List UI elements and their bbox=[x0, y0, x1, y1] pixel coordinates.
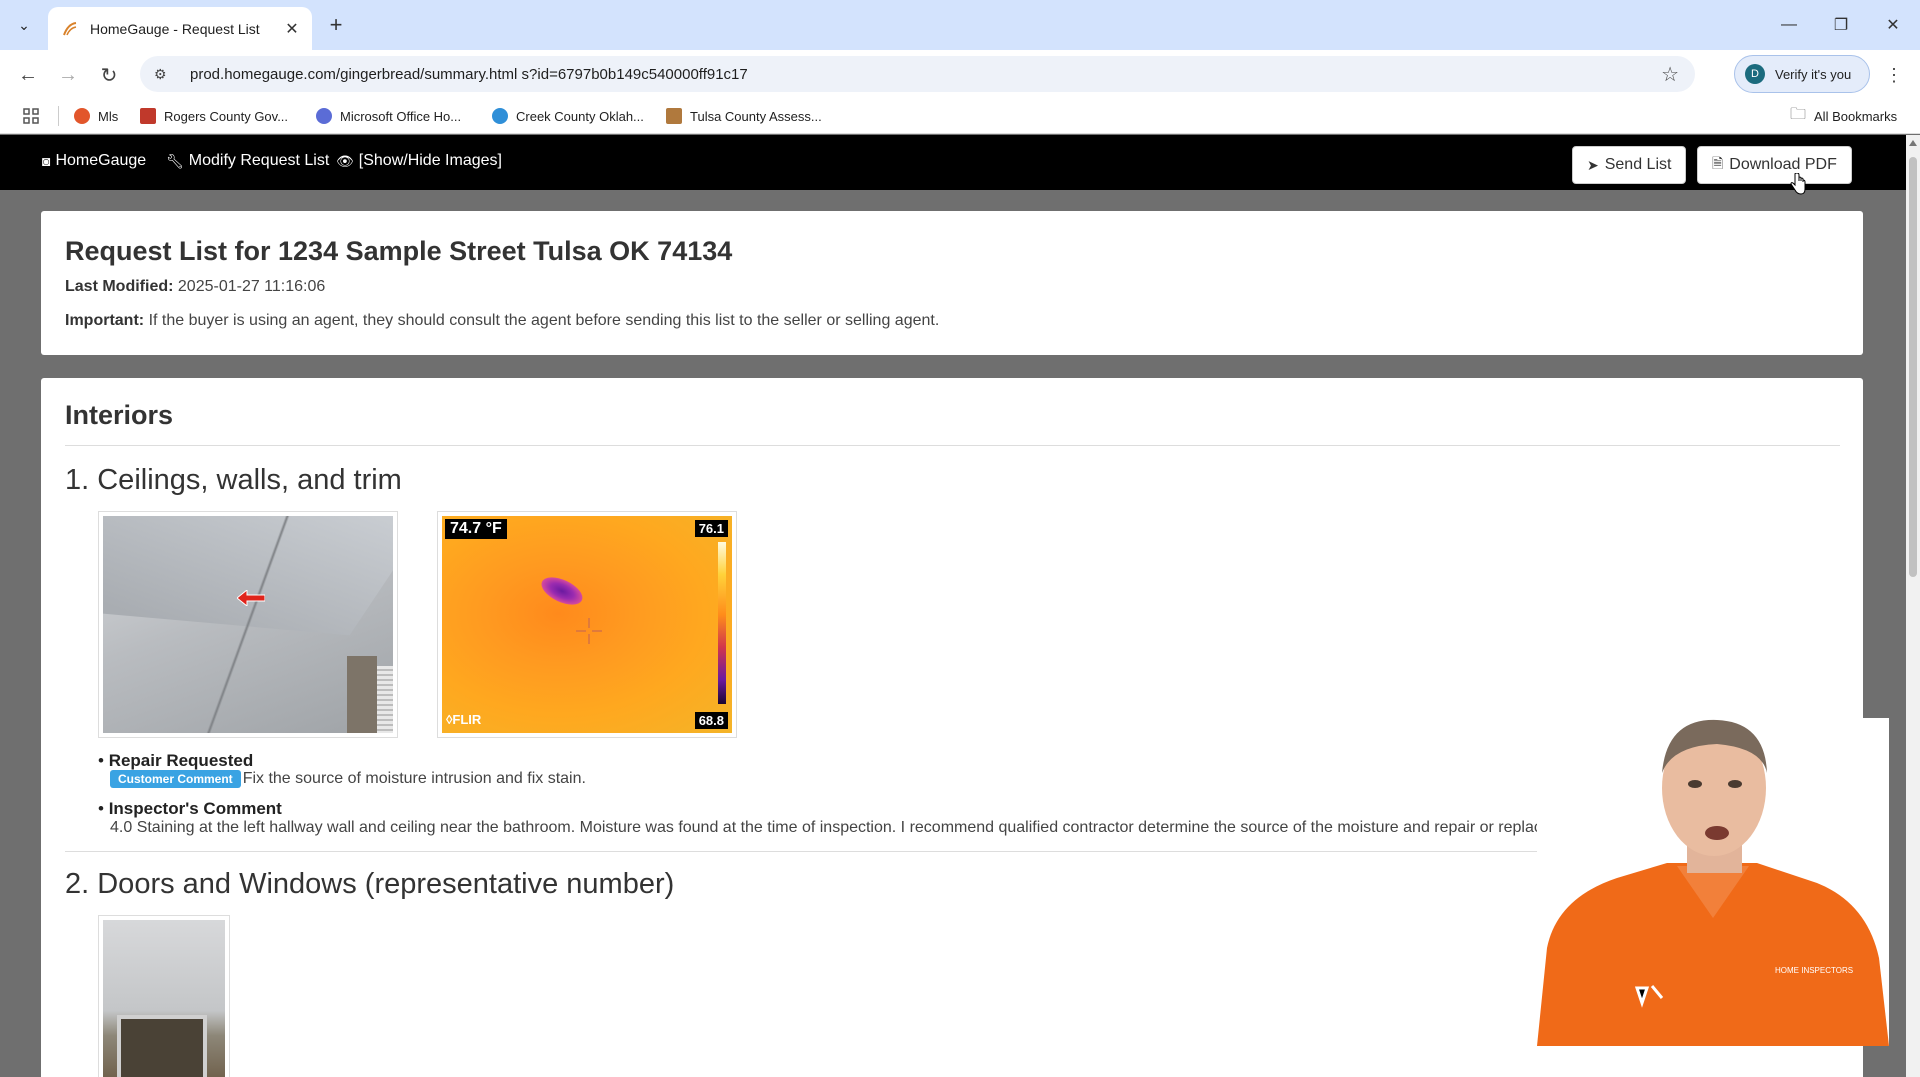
site-info-icon[interactable]: ⚙ bbox=[154, 66, 174, 83]
summary-card: Request List for 1234 Sample Street Tuls… bbox=[41, 211, 1863, 355]
apps-grid-icon[interactable] bbox=[22, 104, 40, 128]
tab-search-chevron-icon[interactable]: ⌄ bbox=[10, 12, 38, 38]
download-pdf-label: Download PDF bbox=[1729, 156, 1837, 173]
bookmark-rogers-county[interactable]: Rogers County Gov... bbox=[140, 104, 288, 128]
page-viewport: ◙ HomeGauge 🔧︎ Modify Request List 👁︎ [S… bbox=[0, 135, 1906, 1077]
ir-color-scale bbox=[718, 542, 726, 704]
bookmarks-divider bbox=[58, 106, 59, 126]
hand-cursor-icon bbox=[1790, 173, 1806, 195]
creek-county-favicon-icon bbox=[492, 108, 508, 124]
inspector-comment-label: • Inspector's Comment bbox=[98, 799, 282, 818]
all-bookmarks-button[interactable]: 🗀 All Bookmarks bbox=[1790, 104, 1897, 128]
browser-tab-bar: ⌄ HomeGauge - Request List ✕ + — ❐ ✕ bbox=[0, 0, 1920, 50]
send-list-button[interactable]: ➤ Send List bbox=[1572, 146, 1687, 184]
last-modified: Last Modified: 2025-01-27 11:16:06 bbox=[65, 278, 325, 296]
all-bookmarks-label: All Bookmarks bbox=[1814, 108, 1898, 124]
important-text: If the buyer is using an agent, they sho… bbox=[148, 312, 940, 329]
pdf-file-icon: 🗎 bbox=[1712, 155, 1724, 171]
section-title: Interiors bbox=[65, 400, 174, 430]
repair-label-text: Repair Requested bbox=[108, 751, 254, 770]
folder-icon: 🗀 bbox=[1790, 105, 1807, 123]
scroll-up-arrow-icon[interactable] bbox=[1909, 140, 1917, 146]
homegauge-favicon-icon bbox=[63, 21, 77, 35]
new-tab-button[interactable]: + bbox=[322, 12, 350, 38]
download-pdf-button[interactable]: 🗎 Download PDF bbox=[1697, 146, 1852, 184]
microsoft-office-favicon-icon bbox=[316, 108, 332, 124]
paper-plane-icon: ➤ bbox=[1587, 156, 1599, 173]
bookmark-mls[interactable]: Mls bbox=[74, 104, 118, 128]
verify-profile-button[interactable]: D Verify it's you bbox=[1734, 55, 1870, 93]
important-note: Important: If the buyer is using an agen… bbox=[65, 312, 939, 330]
rogers-county-favicon-icon bbox=[140, 108, 156, 124]
ir-spot-temperature: 74.7 °F bbox=[445, 519, 507, 539]
customer-comment-text: Fix the source of moisture intrusion and… bbox=[242, 770, 586, 788]
bookmark-microsoft-office[interactable]: Microsoft Office Ho... bbox=[316, 104, 461, 128]
show-hide-label: [Show/Hide Images] bbox=[358, 152, 502, 169]
bookmark-star-icon[interactable]: ☆ bbox=[1661, 62, 1679, 87]
forward-arrow-icon[interactable]: → bbox=[54, 61, 82, 89]
tab-close-icon[interactable]: ✕ bbox=[282, 19, 302, 39]
section-divider bbox=[65, 445, 1840, 446]
bookmark-label: Mls bbox=[98, 108, 119, 124]
ir-scale-low: 68.8 bbox=[694, 712, 728, 729]
flir-logo: ◊FLIR bbox=[446, 712, 482, 727]
profile-avatar: D bbox=[1745, 64, 1765, 84]
wrench-icon: 🔧︎ bbox=[166, 152, 184, 169]
send-list-label: Send List bbox=[1604, 156, 1672, 173]
bookmark-label: Tulsa County Assess... bbox=[690, 108, 822, 124]
inspector-label-text: Inspector's Comment bbox=[108, 799, 282, 818]
restore-icon[interactable]: ❐ bbox=[1826, 12, 1856, 38]
verify-label: Verify it's you bbox=[1775, 66, 1852, 82]
minimize-icon[interactable]: — bbox=[1774, 12, 1804, 38]
app-navbar: ◙ HomeGauge 🔧︎ Modify Request List 👁︎ [S… bbox=[0, 135, 1906, 195]
customer-comment-badge: Customer Comment bbox=[110, 770, 241, 788]
important-label: Important: bbox=[65, 312, 145, 329]
tab-title: HomeGauge - Request List bbox=[90, 20, 260, 37]
repair-requested-label: • Repair Requested bbox=[98, 751, 254, 770]
crosshair-icon bbox=[576, 618, 602, 644]
back-arrow-icon[interactable]: ← bbox=[14, 61, 42, 89]
bookmark-label: Rogers County Gov... bbox=[164, 108, 289, 124]
red-arrow-icon bbox=[237, 590, 265, 606]
page-scrollbar[interactable] bbox=[1906, 135, 1920, 1077]
inspector-comment-text: 4.0 Staining at the left hallway wall an… bbox=[110, 819, 1573, 836]
page-title: Request List for 1234 Sample Street Tuls… bbox=[65, 236, 733, 266]
window-close-icon[interactable]: ✕ bbox=[1878, 12, 1908, 38]
bookmark-tulsa-county[interactable]: Tulsa County Assess... bbox=[666, 104, 822, 128]
last-modified-label: Last Modified: bbox=[65, 278, 174, 295]
reload-icon[interactable]: ↻ bbox=[95, 61, 123, 89]
wall-stain-photo[interactable] bbox=[98, 511, 398, 738]
browser-toolbar: ← → ↻ ⚙ prod.homegauge.com/gingerbread/s… bbox=[0, 50, 1920, 98]
dashboard-icon: ◙ bbox=[42, 153, 51, 169]
svg-text:HOME INSPECTORS: HOME INSPECTORS bbox=[1775, 966, 1853, 975]
tulsa-county-favicon-icon bbox=[666, 108, 682, 124]
bookmarks-bar: Mls Rogers County Gov... Microsoft Offic… bbox=[0, 98, 1920, 134]
browser-tab[interactable]: HomeGauge - Request List ✕ bbox=[48, 7, 312, 50]
presenter-video-overlay: HOME INSPECTORS bbox=[1537, 718, 1889, 1046]
modify-request-list-link[interactable]: 🔧︎ Modify Request List bbox=[166, 152, 329, 170]
scrollbar-thumb[interactable] bbox=[1909, 157, 1917, 577]
bookmark-label: Microsoft Office Ho... bbox=[340, 108, 462, 124]
last-modified-value: 2025-01-27 11:16:06 bbox=[177, 278, 326, 295]
homegauge-link[interactable]: ◙ HomeGauge bbox=[42, 152, 146, 170]
customer-comment-line: Customer Comment Fix the source of moistu… bbox=[110, 770, 586, 788]
homegauge-link-label: HomeGauge bbox=[55, 152, 147, 169]
url-text[interactable]: prod.homegauge.com/gingerbread/summary.h… bbox=[190, 66, 1661, 83]
thermal-image-photo[interactable]: 74.7 °F 76.1 68.8 ◊FLIR bbox=[437, 511, 737, 738]
show-hide-images-link[interactable]: 👁︎ [Show/Hide Images] bbox=[336, 152, 502, 170]
eye-icon: 👁︎ bbox=[336, 152, 354, 169]
browser-menu-icon[interactable]: ⋮ bbox=[1884, 62, 1904, 88]
item-heading: 2. Doors and Windows (representative num… bbox=[65, 868, 675, 900]
mls-favicon-icon bbox=[74, 108, 90, 124]
bookmark-creek-county[interactable]: Creek County Oklah... bbox=[492, 104, 644, 128]
door-photo[interactable] bbox=[98, 915, 230, 1077]
bookmark-label: Creek County Oklah... bbox=[516, 108, 644, 124]
modify-link-label: Modify Request List bbox=[188, 152, 330, 169]
address-bar[interactable]: ⚙ prod.homegauge.com/gingerbread/summary… bbox=[140, 56, 1695, 92]
item-heading: 1. Ceilings, walls, and trim bbox=[65, 464, 402, 496]
ir-scale-high: 76.1 bbox=[694, 520, 728, 537]
